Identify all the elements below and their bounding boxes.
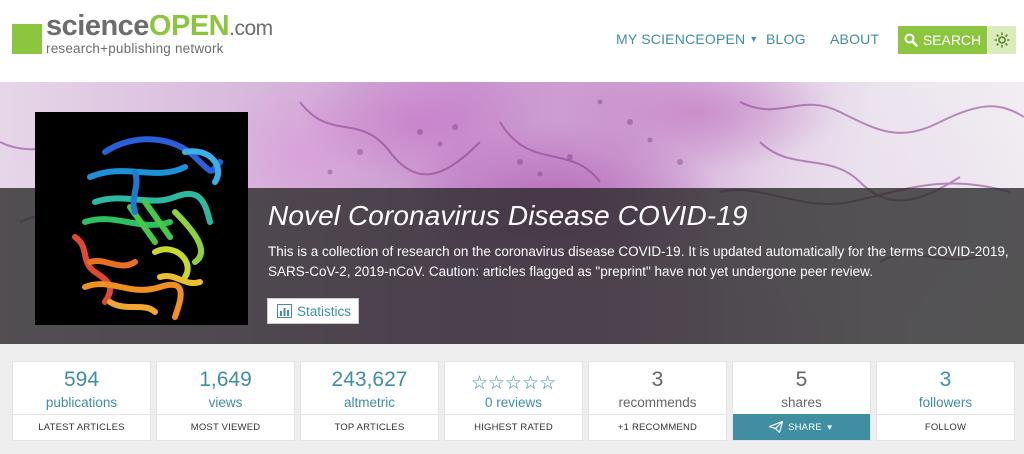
- paper-plane-icon: [769, 421, 784, 433]
- caret-down-icon: ▼: [749, 34, 759, 44]
- followers-label[interactable]: followers: [877, 395, 1014, 410]
- star-icon: ☆: [504, 373, 523, 394]
- gear-icon: [994, 32, 1010, 48]
- search-button[interactable]: SEARCH: [898, 26, 987, 54]
- stat-card-publications: 594 publications LATEST ARTICLES: [12, 361, 151, 441]
- recommend-button[interactable]: +1 RECOMMEND: [589, 414, 726, 440]
- publications-label[interactable]: publications: [13, 395, 150, 410]
- rating-stars[interactable]: ☆☆☆☆☆: [445, 372, 582, 395]
- share-button-label: SHARE: [788, 421, 822, 433]
- nav-blog[interactable]: BLOG: [766, 31, 806, 47]
- star-icon: ☆: [487, 373, 505, 394]
- most-viewed-button[interactable]: MOST VIEWED: [157, 414, 294, 440]
- advanced-search-button[interactable]: [988, 26, 1016, 54]
- star-icon: ☆: [470, 373, 488, 394]
- nav-about[interactable]: ABOUT: [830, 31, 879, 47]
- follow-button[interactable]: FOLLOW: [877, 414, 1014, 440]
- logo-tagline: research+publishing network: [46, 41, 224, 56]
- logo-text: scienceOPEN.com research+publishing netw…: [46, 12, 273, 56]
- statistics-button[interactable]: Statistics: [267, 298, 359, 324]
- search-button-label: SEARCH: [922, 32, 982, 48]
- logo-com: .com: [229, 17, 273, 40]
- collection-title: Novel Coronavirus Disease COVID-19: [268, 200, 748, 231]
- highest-rated-button[interactable]: HIGHEST RATED: [445, 414, 582, 440]
- stat-card-altmetric: 243,627 altmetric TOP ARTICLES: [300, 361, 439, 441]
- altmetric-count[interactable]: 243,627: [301, 368, 438, 392]
- scienceopen-logo[interactable]: scienceOPEN.com research+publishing netw…: [12, 12, 273, 56]
- logo-wordmark: scienceOPEN.com: [46, 12, 273, 41]
- nav-my-scienceopen[interactable]: MY SCIENCEOPEN ▼: [616, 31, 758, 47]
- collection-stats: 594 publications LATEST ARTICLES 1,649 v…: [0, 344, 1024, 454]
- bar-chart-icon: [277, 304, 292, 318]
- search-icon: [904, 33, 918, 47]
- stat-card-views: 1,649 views MOST VIEWED: [156, 361, 295, 441]
- share-button[interactable]: SHARE ▼: [733, 414, 870, 440]
- collection-description: This is a collection of research on the …: [268, 244, 1009, 279]
- recommends-label: recommends: [618, 395, 697, 410]
- stat-card-followers: 3 followers FOLLOW: [876, 361, 1015, 441]
- stat-card-reviews: ☆☆☆☆☆ 0 reviews HIGHEST RATED: [444, 361, 583, 441]
- nav-my-scienceopen-label: MY SCIENCEOPEN: [616, 31, 746, 47]
- views-count[interactable]: 1,649: [157, 368, 294, 392]
- caret-down-icon: ▼: [825, 422, 834, 432]
- statistics-button-label: Statistics: [297, 303, 352, 319]
- logo-green-square: [12, 24, 42, 54]
- reviews-label[interactable]: 0 reviews: [445, 395, 582, 410]
- logo-open: OPEN: [148, 10, 230, 42]
- top-header: scienceOPEN.com research+publishing netw…: [0, 0, 1024, 82]
- collection-hero: Novel Coronavirus Disease COVID-19 This …: [0, 82, 1024, 344]
- altmetric-label[interactable]: altmetric: [301, 395, 438, 410]
- stat-card-recommends: 3 recommends +1 RECOMMEND: [588, 361, 727, 441]
- latest-articles-button[interactable]: LATEST ARTICLES: [13, 414, 150, 440]
- followers-count[interactable]: 3: [877, 368, 1014, 392]
- views-label[interactable]: views: [157, 395, 294, 410]
- protein-structure-image: [35, 112, 248, 325]
- star-icon: ☆: [522, 373, 540, 394]
- top-articles-button[interactable]: TOP ARTICLES: [301, 414, 438, 440]
- collection-image: [35, 112, 248, 325]
- shares-count: 5: [795, 368, 808, 391]
- stat-card-shares: 5 shares SHARE ▼: [732, 361, 871, 441]
- shares-label: shares: [781, 395, 822, 410]
- publications-count[interactable]: 594: [13, 368, 150, 392]
- recommends-count: 3: [651, 368, 664, 391]
- logo-science: science: [46, 10, 149, 42]
- star-icon: ☆: [539, 373, 557, 394]
